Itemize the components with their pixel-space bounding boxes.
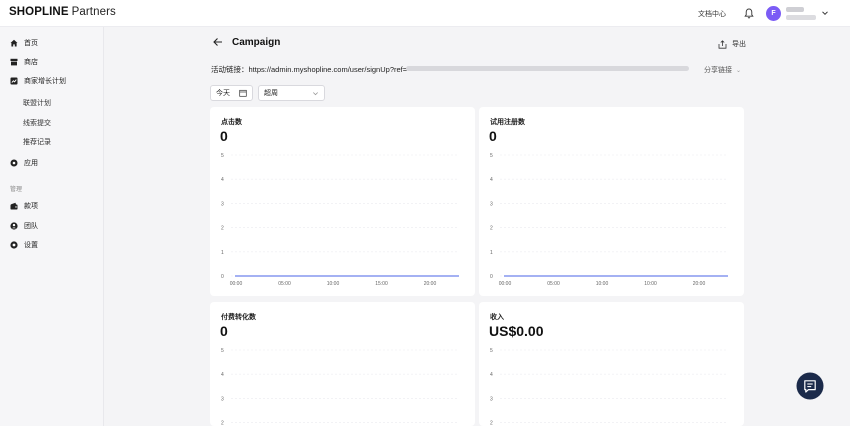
page-header: Campaign: [212, 36, 280, 48]
y-tick-label: 3: [221, 396, 224, 402]
y-tick-label: 3: [221, 201, 224, 207]
campaign-link-redacted: [406, 66, 689, 71]
date-picker[interactable]: 今天: [210, 85, 253, 101]
signups-chart: 0 1 2 3 4 5 00:00 05:00 10:00 10:00 20:00: [490, 153, 728, 287]
sidebar-item-label: 商店: [24, 59, 38, 66]
x-tick-label: 05:00: [547, 281, 560, 287]
y-tick-label: 2: [221, 421, 224, 426]
sidebar-subitem-referrals[interactable]: 推荐记录: [23, 137, 51, 147]
y-tick-label: 3: [490, 396, 493, 402]
y-tick-label: 2: [490, 226, 493, 232]
logo[interactable]: SHOPLINE Partners: [9, 6, 116, 18]
sidebar-item-apps[interactable]: 应用: [10, 158, 38, 168]
logo-brand: SHOPLINE: [9, 6, 69, 18]
x-tick-label: 15:00: [375, 281, 388, 287]
y-tick-label: 5: [490, 348, 493, 354]
team-icon: [10, 222, 18, 230]
settings-icon: [10, 241, 18, 249]
y-tick-label: 0: [490, 274, 493, 280]
metric-card-clicks: 点击数 0 0 1 2 3 4 5 00:00 05:00 10:00 15:00 20:00: [210, 107, 475, 296]
y-tick-label: 2: [490, 421, 493, 426]
x-tick-label: 10:00: [644, 281, 657, 287]
y-tick-label: 4: [490, 372, 493, 378]
x-tick-label: 10:00: [596, 281, 609, 287]
y-tick-label: 5: [221, 348, 224, 354]
export-button[interactable]: 导出: [718, 39, 746, 49]
y-tick-label: 4: [221, 177, 224, 183]
sidebar-subitem-leads[interactable]: 线索提交: [23, 118, 51, 128]
chevron-down-icon: ⌄: [736, 67, 742, 74]
sidebar-item-label: 应用: [24, 160, 38, 167]
sidebar-section-manage: 管理: [10, 187, 23, 193]
share-link-label: 分享链接: [704, 67, 732, 74]
y-tick-label: 5: [490, 153, 493, 159]
export-icon: [718, 39, 727, 49]
sidebar-item-payouts[interactable]: 款项: [10, 201, 38, 211]
campaign-link[interactable]: 活动链接：https://admin.myshopline.com/user/s…: [211, 64, 407, 75]
share-link-button[interactable]: 分享链接 ⌄: [704, 65, 741, 75]
growth-icon: [10, 77, 18, 85]
back-arrow-icon[interactable]: [212, 36, 224, 48]
avatar[interactable]: F: [766, 6, 781, 21]
sidebar-item-team[interactable]: 团队: [10, 221, 38, 231]
page-title: Campaign: [232, 36, 281, 48]
chat-button[interactable]: [796, 372, 824, 400]
top-bar: SHOPLINE Partners 文档中心 F: [0, 0, 850, 27]
y-tick-label: 5: [221, 153, 224, 159]
x-tick-label: 20:00: [693, 281, 706, 287]
x-tick-label: 20:00: [424, 281, 437, 287]
x-tick-label: 05:00: [278, 281, 291, 287]
apps-icon: [10, 159, 18, 167]
chevron-down-icon: [313, 91, 318, 95]
sidebar-item-label: 商家增长计划: [24, 78, 66, 85]
sidebar-item-label: 首页: [24, 40, 38, 47]
sidebar-item-home[interactable]: 首页: [10, 38, 38, 48]
conversions-chart: 2 3 4 5: [221, 348, 459, 426]
store-icon: [10, 58, 18, 66]
metric-card-signups: 试用注册数 0 0 1 2 3 4 5 00:00 05:00 10:00 10:00 20:00: [479, 107, 744, 296]
sidebar-item-growth[interactable]: 商家增长计划: [10, 76, 66, 86]
y-tick-label: 1: [221, 250, 224, 256]
calendar-icon: [239, 89, 247, 97]
metric-card-conversions: 付费转化数 0 2345: [210, 302, 475, 426]
x-tick-label: 00:00: [499, 281, 512, 287]
sidebar-item-store[interactable]: 商店: [10, 57, 38, 67]
y-tick-label: 4: [221, 372, 224, 378]
sidebar-item-label: 设置: [24, 242, 38, 249]
sidebar-subitem-affiliate[interactable]: 联盟计划: [23, 98, 51, 108]
y-tick-label: 2: [221, 226, 224, 232]
home-icon: [10, 39, 18, 47]
metric-card-revenue: 收入 US$0.00 2345: [479, 302, 744, 426]
revenue-chart: 2 3 4 5: [490, 348, 728, 426]
date-picker-value: 今天: [216, 90, 230, 97]
y-tick-label: 0: [221, 274, 224, 280]
granularity-select[interactable]: 超周: [258, 85, 325, 101]
sidebar: 首页 商店 商家增长计划 联盟计划 线索提交 推荐记录 应用 管理 款项 团队 …: [0, 27, 104, 426]
sidebar-item-label: 团队: [24, 223, 38, 230]
clicks-chart: 0 1 2 3 4 5 00:00 05:00 10:00 15:00 20:00: [221, 153, 459, 287]
sidebar-item-label: 款项: [24, 203, 38, 210]
x-tick-label: 00:00: [230, 281, 243, 287]
chevron-down-icon[interactable]: [821, 9, 829, 17]
sidebar-item-settings[interactable]: 设置: [10, 240, 38, 250]
bell-icon[interactable]: [744, 8, 754, 19]
logo-sub: Partners: [71, 6, 116, 18]
y-tick-label: 1: [490, 250, 493, 256]
wallet-icon: [10, 202, 18, 210]
user-email-redacted: [786, 15, 816, 20]
doc-center-link[interactable]: 文档中心: [698, 9, 726, 19]
granularity-value: 超周: [264, 90, 278, 97]
x-tick-label: 10:00: [327, 281, 340, 287]
y-tick-label: 3: [490, 201, 493, 207]
export-label: 导出: [732, 41, 746, 48]
y-tick-label: 4: [490, 177, 493, 183]
user-name-redacted: [786, 7, 804, 12]
